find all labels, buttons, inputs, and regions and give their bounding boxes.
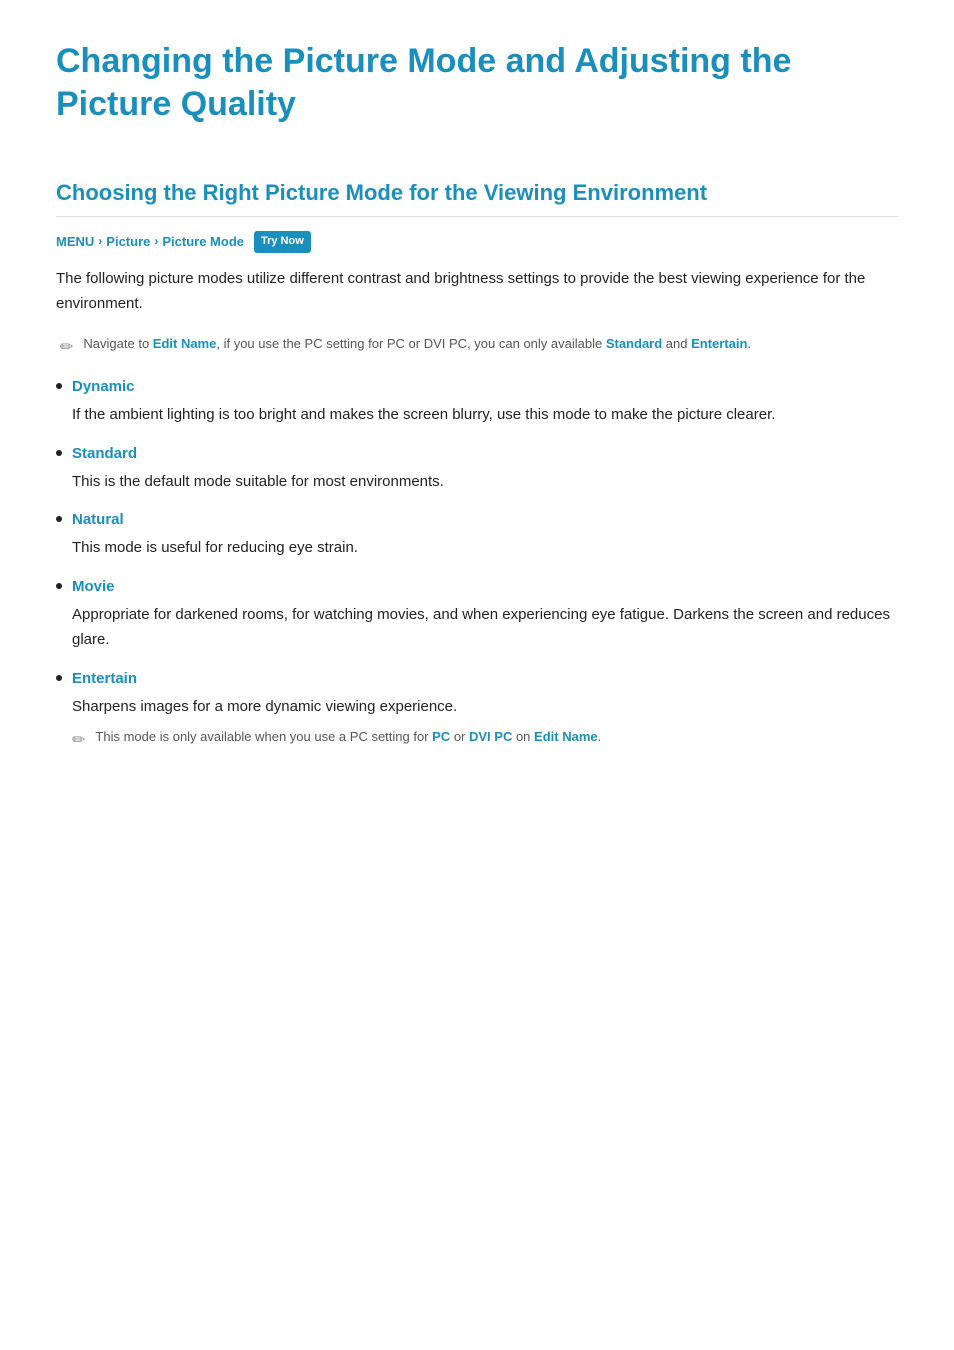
intro-text: The following picture modes utilize diff… [56,267,898,317]
modes-list: Dynamic If the ambient lighting is too b… [56,375,898,754]
mode-natural: Natural This mode is useful for reducing… [56,508,898,561]
pencil-icon: ✏ [60,335,73,361]
breadcrumb-menu: MENU [56,232,94,253]
entertain-note-text: This mode is only available when you use… [95,727,601,747]
breadcrumb-sep-2: › [154,232,158,251]
mode-movie: Movie Appropriate for darkened rooms, fo… [56,575,898,653]
bullet-dot-movie [56,583,62,589]
mode-term-dynamic: Dynamic [72,375,135,399]
pencil-icon-2: ✏ [72,728,85,754]
mode-desc-dynamic: If the ambient lighting is too bright an… [56,403,898,428]
entertain-link-1: Entertain [691,336,747,351]
mode-term-movie: Movie [72,575,115,599]
pc-link: PC [432,729,450,744]
try-now-badge[interactable]: Try Now [254,231,311,253]
standard-link-1: Standard [606,336,662,351]
section-title: Choosing the Right Picture Mode for the … [56,175,898,217]
note-text: Navigate to Edit Name, if you use the PC… [83,334,751,354]
dvi-pc-link: DVI PC [469,729,512,744]
breadcrumb: MENU › Picture › Picture Mode Try Now [56,231,898,253]
mode-standard: Standard This is the default mode suitab… [56,442,898,495]
edit-name-link-1: Edit Name [153,336,217,351]
mode-desc-movie: Appropriate for darkened rooms, for watc… [56,603,898,653]
bullet-dot-standard [56,450,62,456]
breadcrumb-picture: Picture [106,232,150,253]
note-block: ✏ Navigate to Edit Name, if you use the … [56,334,898,361]
mode-desc-natural: This mode is useful for reducing eye str… [56,536,898,561]
mode-term-natural: Natural [72,508,124,532]
mode-entertain: Entertain Sharpens images for a more dyn… [56,667,898,754]
breadcrumb-picture-mode: Picture Mode [162,232,244,253]
mode-term-standard: Standard [72,442,137,466]
mode-desc-standard: This is the default mode suitable for mo… [56,470,898,495]
mode-dynamic: Dynamic If the ambient lighting is too b… [56,375,898,428]
bullet-dot-entertain [56,675,62,681]
bullet-dot-dynamic [56,383,62,389]
breadcrumb-sep-1: › [98,232,102,251]
mode-desc-entertain: Sharpens images for a more dynamic viewi… [56,695,898,720]
main-title: Changing the Picture Mode and Adjusting … [56,40,898,135]
edit-name-link-2: Edit Name [534,729,598,744]
entertain-sub-note: ✏ This mode is only available when you u… [56,727,898,754]
bullet-dot-natural [56,516,62,522]
mode-term-entertain: Entertain [72,667,137,691]
